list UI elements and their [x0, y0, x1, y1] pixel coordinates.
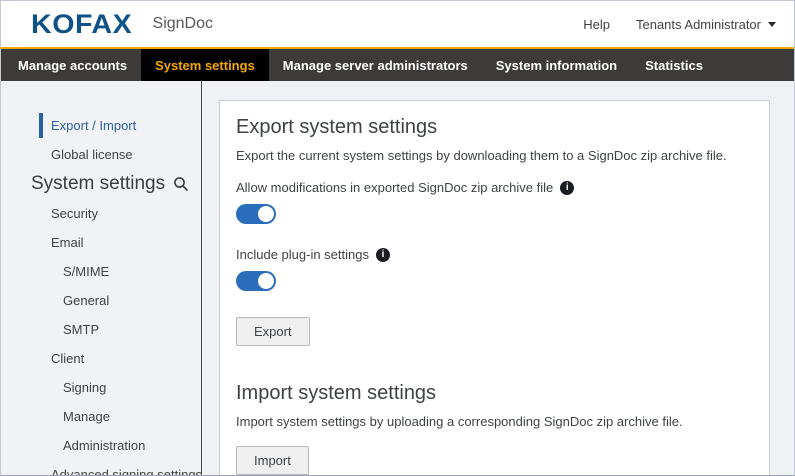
sidebar-item-label: Manage	[63, 409, 110, 424]
sidebar-item-smime[interactable]: S/MIME	[1, 257, 201, 286]
sidebar-item-general[interactable]: General	[1, 286, 201, 315]
user-menu-label: Tenants Administrator	[636, 17, 761, 32]
sidebar-item-global-license[interactable]: Global license	[1, 140, 201, 169]
tab-system-settings[interactable]: System settings	[141, 49, 269, 81]
import-section-description: Import system settings by uploading a co…	[236, 414, 753, 429]
export-section: Export system settings Export the curren…	[236, 116, 753, 346]
sidebar-item-client[interactable]: Client	[1, 344, 201, 373]
tab-manage-accounts[interactable]: Manage accounts	[4, 49, 141, 81]
info-icon[interactable]: i	[376, 248, 390, 262]
selected-indicator	[39, 113, 43, 138]
sidebar-item-label: Client	[51, 351, 84, 366]
sidebar-item-manage[interactable]: Manage	[1, 402, 201, 431]
sidebar-item-label: Global license	[51, 147, 133, 162]
help-link[interactable]: Help	[583, 17, 610, 32]
app-header: KOFAX SignDoc Help Tenants Administrator	[1, 1, 794, 47]
info-icon[interactable]: i	[560, 181, 574, 195]
sidebar-item-label: Advanced signing settings	[51, 467, 202, 475]
sidebar-item-export-import[interactable]: Export / Import	[1, 111, 201, 140]
toggle-knob	[258, 206, 274, 222]
allow-modifications-toggle[interactable]	[236, 204, 276, 224]
field-label-row: Include plug-in settings i	[236, 247, 753, 262]
sidebar-item-label: Signing	[63, 380, 106, 395]
sidebar-heading-label: System settings	[31, 169, 165, 199]
content-area: Export / Import Global license System se…	[1, 81, 794, 475]
include-plugin-label: Include plug-in settings	[236, 247, 369, 262]
sidebar-item-security[interactable]: Security	[1, 199, 201, 228]
sidebar-item-label: Security	[51, 206, 98, 221]
sidebar-item-label: General	[63, 293, 109, 308]
sidebar-item-label: Export / Import	[51, 118, 136, 133]
import-button[interactable]: Import	[236, 446, 309, 475]
sidebar-item-label: SMTP	[63, 322, 99, 337]
include-plugin-toggle[interactable]	[236, 271, 276, 291]
sidebar-item-label: Email	[51, 235, 84, 250]
product-name: SignDoc	[153, 15, 213, 33]
tab-system-information[interactable]: System information	[482, 49, 631, 81]
field-label-row: Allow modifications in exported SignDoc …	[236, 180, 753, 195]
search-icon[interactable]	[173, 176, 189, 192]
primary-nav: Manage accounts System settings Manage s…	[1, 47, 794, 81]
export-section-description: Export the current system settings by do…	[236, 148, 753, 163]
sidebar-heading-system-settings: System settings	[1, 169, 201, 199]
export-section-title: Export system settings	[236, 116, 753, 139]
sidebar-item-signing[interactable]: Signing	[1, 373, 201, 402]
sidebar-item-advanced-signing-settings[interactable]: Advanced signing settings	[1, 460, 201, 475]
sidebar: Export / Import Global license System se…	[1, 81, 202, 475]
sidebar-item-administration[interactable]: Administration	[1, 431, 201, 460]
import-section: Import system settings Import system set…	[236, 382, 753, 475]
allow-modifications-label: Allow modifications in exported SignDoc …	[236, 180, 553, 195]
app-window: KOFAX SignDoc Help Tenants Administrator…	[0, 0, 795, 476]
sidebar-item-label: S/MIME	[63, 264, 109, 279]
chevron-down-icon	[768, 22, 776, 27]
sidebar-item-email[interactable]: Email	[1, 228, 201, 257]
user-menu[interactable]: Tenants Administrator	[636, 17, 776, 32]
tab-manage-server-administrators[interactable]: Manage server administrators	[269, 49, 482, 81]
allow-modifications-field: Allow modifications in exported SignDoc …	[236, 180, 753, 224]
settings-panel: Export system settings Export the curren…	[219, 100, 770, 475]
kofax-logo: KOFAX	[31, 9, 132, 40]
toggle-knob	[258, 273, 274, 289]
export-button[interactable]: Export	[236, 317, 310, 346]
sidebar-item-smtp[interactable]: SMTP	[1, 315, 201, 344]
include-plugin-field: Include plug-in settings i	[236, 247, 753, 291]
tab-statistics[interactable]: Statistics	[631, 49, 717, 81]
import-section-title: Import system settings	[236, 382, 753, 405]
sidebar-item-label: Administration	[63, 438, 145, 453]
